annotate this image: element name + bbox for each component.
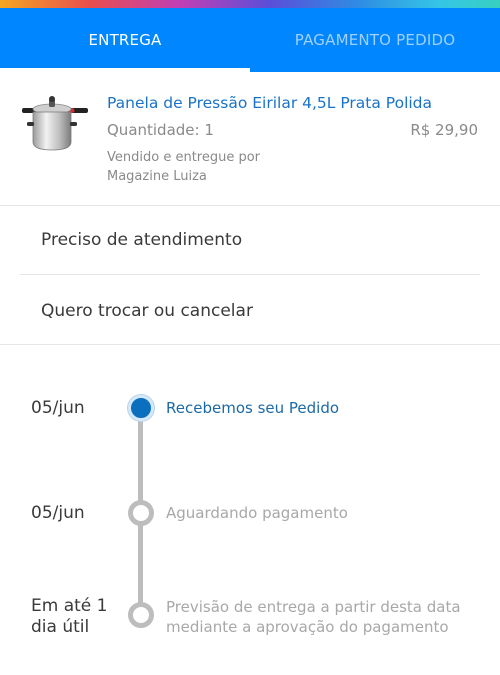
delivery-timeline: 05/jun Recebemos seu Pedido 05/jun Aguar…	[0, 345, 500, 675]
timeline-status-label: Recebemos seu Pedido	[166, 399, 340, 417]
product-quantity: Quantidade: 1	[107, 121, 214, 139]
product-card: Panela de Pressão Eirilar 4,5L Prata Pol…	[0, 72, 500, 206]
timeline-connector	[138, 513, 143, 613]
product-name-link[interactable]: Panela de Pressão Eirilar 4,5L Prata Pol…	[107, 94, 432, 112]
timeline-connector	[138, 408, 143, 513]
tab-entrega[interactable]: ENTREGA	[0, 8, 250, 72]
status-pending-dot	[128, 602, 154, 628]
timeline-date: 05/jun	[31, 503, 85, 523]
timeline-date: 05/jun	[31, 398, 85, 418]
timeline-status-label: Aguardando pagamento	[166, 504, 348, 522]
tab-pagamento-pedido[interactable]: PAGAMENTO PEDIDO	[250, 8, 500, 72]
seller-line-1: Vendido e entregue por	[107, 150, 261, 165]
estimate-date-line-1: Em até 1	[31, 596, 108, 616]
tab-entrega-label: ENTREGA	[88, 31, 162, 49]
tab-pagamento-label: PAGAMENTO PEDIDO	[294, 31, 456, 49]
product-seller: Vendido e entregue por Magazine Luiza	[107, 148, 307, 186]
tab-bar: ENTREGA PAGAMENTO PEDIDO	[0, 8, 500, 72]
menu-item-atendimento-label: Preciso de atendimento	[41, 230, 243, 250]
timeline-date-estimate: Em até 1 dia útil	[31, 596, 107, 638]
menu-item-trocar-cancelar[interactable]: Quero trocar ou cancelar	[20, 276, 480, 345]
seller-line-2: Magazine Luiza	[107, 169, 207, 184]
pressure-cooker-icon[interactable]	[20, 94, 90, 156]
estimate-date-line-2: dia útil	[31, 617, 90, 637]
order-actions-menu: Preciso de atendimento Quero trocar ou c…	[0, 206, 500, 345]
product-price: R$ 29,90	[410, 121, 478, 139]
top-gradient-bar	[0, 0, 500, 8]
timeline-estimate-label: Previsão de entrega a partir desta data …	[166, 597, 461, 637]
status-done-dot	[128, 395, 154, 421]
estimate-label-line-1: Previsão de entrega a partir desta data	[166, 598, 461, 616]
menu-item-trocar-label: Quero trocar ou cancelar	[41, 300, 253, 321]
menu-item-atendimento[interactable]: Preciso de atendimento	[20, 206, 480, 275]
estimate-label-line-2: mediante a aprovação do pagamento	[166, 618, 449, 636]
status-pending-dot	[128, 500, 154, 526]
